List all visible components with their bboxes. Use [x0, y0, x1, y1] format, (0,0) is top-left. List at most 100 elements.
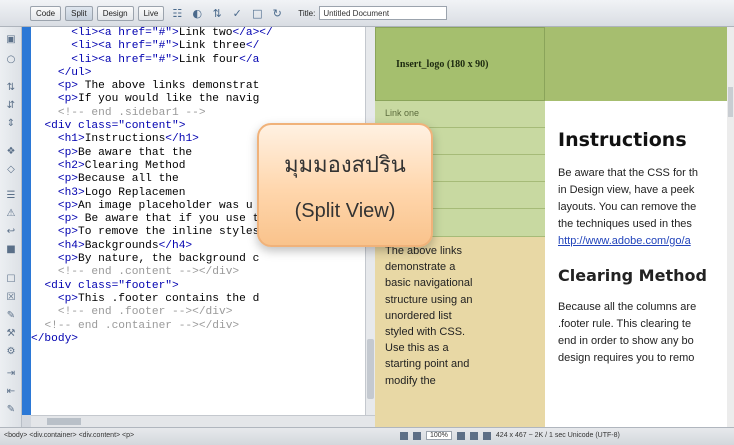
outdent-code-icon[interactable]: ⇤	[5, 385, 17, 397]
zoom-select[interactable]: 100%	[426, 431, 452, 440]
desktop-size-icon[interactable]	[482, 431, 491, 440]
select-parent-tag-icon[interactable]: ❖	[5, 145, 17, 157]
status-right: 100% 424 x 467 ~ 2K / 1 sec Unicode (UTF…	[400, 431, 620, 440]
visual-aids-icon[interactable]: □	[250, 7, 264, 20]
sidebar-line: demonstrate a	[385, 261, 456, 274]
code-token: <!-- end .container --></div>	[44, 319, 240, 332]
paragraph-line: Because all the columns are	[558, 301, 697, 313]
code-token: By nature, the background c	[78, 253, 260, 266]
code-token: If you would like the navig	[78, 93, 260, 106]
wrap-tag-icon[interactable]: ✎	[5, 309, 17, 321]
status-bar: <body> <div.container> <div.content> <p>…	[0, 427, 734, 445]
code-token: <!-- end .content --></div>	[57, 266, 240, 279]
code-line[interactable]: <p>If you would like the navig	[31, 93, 365, 106]
content-paragraph-1: Be aware that the CSS for th in Design v…	[558, 165, 734, 250]
code-line[interactable]: <p>By nature, the background c	[31, 253, 365, 266]
code-token: <div class="footer">	[44, 279, 179, 292]
collapse-tag-icon[interactable]: ⇅	[5, 81, 17, 93]
code-line[interactable]: <li><a href="#">Link four</a	[31, 54, 365, 67]
sidebar-line: unordered list	[385, 309, 452, 322]
code-line[interactable]: <!-- end .sidebar1 -->	[31, 107, 365, 120]
sidebar-line: modify the	[385, 374, 436, 387]
code-token: <p>	[57, 80, 79, 93]
content-paragraph-2: Because all the columns are .footer rule…	[558, 299, 734, 367]
code-token: <p>	[57, 93, 79, 106]
code-token: Link four	[178, 53, 240, 66]
code-token: Be aware that if you use t	[78, 213, 260, 226]
code-line[interactable]: <p> The above links demonstrat	[31, 80, 365, 93]
title-label: Title:	[298, 8, 316, 18]
code-token: </	[245, 40, 260, 53]
sidebar-line: structure using an	[385, 293, 473, 306]
code-token: Link two	[178, 27, 233, 39]
code-line[interactable]: </ul>	[31, 67, 365, 80]
preview-icon[interactable]: ◐	[190, 7, 204, 20]
code-line[interactable]: <div class="footer">	[31, 280, 365, 293]
clearing-method-heading: Clearing Method	[558, 266, 707, 285]
hand-tool-icon[interactable]	[413, 431, 421, 440]
remove-comment-icon[interactable]: ☒	[5, 291, 17, 303]
expand-all-icon[interactable]: ⇕	[5, 117, 17, 129]
code-token: <h4>	[57, 239, 85, 252]
format-source-icon[interactable]: ✎	[5, 403, 17, 415]
document-info: 424 x 467 ~ 2K / 1 sec Unicode (UTF-8)	[495, 432, 620, 439]
title-input[interactable]	[319, 6, 448, 20]
content-area: Instructions Be aware that the CSS for t…	[545, 101, 734, 427]
split-view-callout: มุมมองสปริน (Split View)	[257, 123, 433, 247]
move-css-icon[interactable]: ⚙	[5, 345, 17, 357]
collapse-selection-icon[interactable]: ⇵	[5, 99, 17, 111]
code-horizontal-scrollbar[interactable]	[31, 415, 375, 427]
design-scroll-thumb[interactable]	[728, 87, 733, 117]
apply-comment-icon[interactable]: ☐	[5, 273, 17, 285]
code-line[interactable]: <p>This .footer contains the d	[31, 293, 365, 306]
coding-toolbar: ▣ ○ ⇅ ⇵ ⇕ ❖ ◇ ☰ ⚠ ↩ ■ ☐ ☒ ✎ ⚒ ⚙ ⇥ ⇤ ✎	[0, 27, 22, 427]
code-view-button[interactable]: Code	[30, 5, 62, 21]
code-line[interactable]: <!-- end .container --></div>	[31, 320, 365, 333]
code-scroll-thumb[interactable]	[367, 339, 374, 399]
code-hscroll-thumb[interactable]	[47, 418, 81, 425]
header-background	[545, 27, 734, 101]
code-token: To remove the inline styles	[78, 226, 260, 239]
syntax-coloring-icon[interactable]: ■	[5, 243, 17, 255]
design-vertical-scrollbar[interactable]	[727, 27, 734, 427]
logo-placeholder[interactable]: Insert_logo (180 x 90)	[375, 27, 545, 101]
tablet-size-icon[interactable]	[469, 431, 478, 440]
code-token: <li><a href="#">	[71, 40, 179, 53]
indent-code-icon[interactable]: ⇥	[5, 367, 17, 379]
multiscreen-icon[interactable]: ☷	[170, 7, 184, 20]
code-token: <div class="content">	[44, 120, 186, 133]
check-browser-icon[interactable]: ✓	[230, 7, 244, 20]
live-view-button[interactable]: Live	[137, 5, 165, 21]
line-numbers-icon[interactable]: ☰	[5, 189, 17, 201]
code-token: <p>	[57, 199, 79, 212]
code-line[interactable]: <!-- end .content --></div>	[31, 266, 365, 279]
sidebar-line: basic navigational	[385, 277, 473, 290]
code-token: <li><a href="#">	[71, 53, 179, 66]
code-token: <h1>	[57, 133, 85, 146]
code-line[interactable]: <li><a href="#">Link two</a></	[31, 27, 365, 40]
select-tool-icon[interactable]	[400, 431, 408, 440]
open-documents-icon[interactable]: ▣	[5, 33, 17, 45]
recent-snippets-icon[interactable]: ⚒	[5, 327, 17, 339]
balance-braces-icon[interactable]: ◇	[5, 163, 17, 175]
code-token: </body>	[31, 332, 78, 345]
mobile-size-icon[interactable]	[456, 431, 465, 440]
word-wrap-icon[interactable]: ↩	[5, 225, 17, 237]
callout-english-text: (Split View)	[294, 200, 396, 222]
code-line[interactable]: </body>	[31, 333, 365, 346]
refresh-icon[interactable]: ↻	[270, 7, 284, 20]
code-line[interactable]: <!-- end .footer --></div>	[31, 306, 365, 319]
code-selection-margin	[22, 27, 31, 415]
file-management-icon[interactable]: ⇅	[210, 7, 224, 20]
paragraph-line: .footer rule. This clearing te	[558, 318, 692, 330]
sidebar-line: Use this as a	[385, 342, 449, 355]
highlight-invalid-code-icon[interactable]: ⚠	[5, 207, 17, 219]
code-token: </a	[239, 53, 260, 66]
show-code-navigator-icon[interactable]: ○	[5, 53, 17, 65]
paragraph-line: layouts. You can remove the	[558, 201, 697, 213]
tag-selector[interactable]: <body> <div.container> <div.content> <p>	[4, 432, 134, 439]
design-view-button[interactable]: Design	[96, 5, 134, 21]
adobe-link[interactable]: http://www.adobe.com/go/a	[558, 235, 691, 247]
code-line[interactable]: <li><a href="#">Link three</	[31, 40, 365, 53]
split-view-button[interactable]: Split	[65, 5, 93, 21]
